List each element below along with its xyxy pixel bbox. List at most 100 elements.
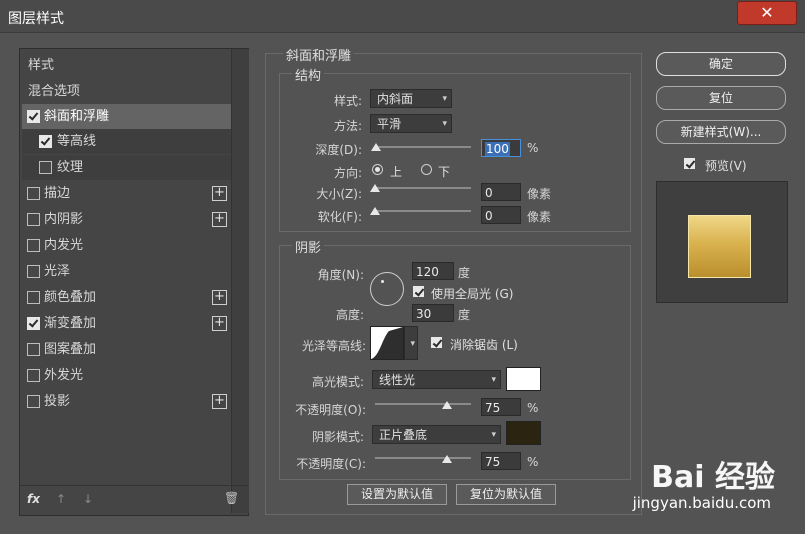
sidebar-item-color-overlay[interactable]: 颜色叠加 + xyxy=(22,285,231,310)
sidebar-item-styles[interactable]: 样式 xyxy=(22,53,231,78)
set-default-button[interactable]: 设置为默认值 xyxy=(347,484,447,505)
altitude-unit: 度 xyxy=(458,308,471,322)
depth-label: 深度(D): xyxy=(315,143,362,157)
checkbox[interactable] xyxy=(39,161,52,174)
depth-slider-track[interactable] xyxy=(375,146,471,148)
highlight-opacity-slider-track[interactable] xyxy=(375,403,471,405)
add-icon[interactable]: + xyxy=(212,394,227,409)
depth-slider-thumb[interactable] xyxy=(370,143,381,151)
sidebar-item-label: 纹理 xyxy=(57,160,84,175)
fx-icon[interactable]: fx xyxy=(27,492,40,506)
sidebar-item-texture[interactable]: 纹理 xyxy=(22,155,231,180)
shadow-opacity-slider-track[interactable] xyxy=(375,457,471,459)
soften-slider-thumb[interactable] xyxy=(370,207,380,215)
structure-title: 结构 xyxy=(292,65,325,84)
antialias-checkbox[interactable] xyxy=(431,337,442,348)
chevron-down-icon: ▾ xyxy=(491,375,496,385)
angle-input[interactable]: 120 xyxy=(412,262,454,280)
sidebar-item-gradient-overlay[interactable]: 渐变叠加 + xyxy=(22,311,231,336)
sidebar-item-contour[interactable]: 等高线 xyxy=(22,129,231,154)
highlight-color-swatch[interactable] xyxy=(506,367,541,391)
scrollbar[interactable] xyxy=(231,49,249,513)
depth-input[interactable]: 100 xyxy=(481,139,521,157)
close-button[interactable]: ✕ xyxy=(737,1,797,25)
sidebar-item-label: 内阴影 xyxy=(44,212,84,227)
soften-slider-track[interactable] xyxy=(375,210,471,212)
altitude-label: 高度: xyxy=(335,308,364,322)
move-up-icon[interactable]: ↑ xyxy=(56,492,66,506)
sidebar-item-label: 混合选项 xyxy=(28,84,81,99)
method-label: 方法: xyxy=(333,119,362,133)
highlight-opacity-slider-thumb[interactable] xyxy=(442,401,452,409)
new-style-button[interactable]: 新建样式(W)... xyxy=(656,120,786,144)
preview-checkbox[interactable] xyxy=(684,158,695,169)
soften-label: 软化(F): xyxy=(317,210,362,224)
style-dropdown[interactable]: 内斜面 ▾ xyxy=(370,89,452,108)
ok-button[interactable]: 确定 xyxy=(656,52,786,76)
sidebar-item-satin[interactable]: 光泽 xyxy=(22,259,231,284)
direction-label: 方向: xyxy=(333,166,362,180)
gloss-contour-dropdown[interactable]: ▾ xyxy=(404,326,418,360)
global-light-checkbox[interactable] xyxy=(413,286,424,297)
trash-icon[interactable]: 🗑 xyxy=(224,491,239,505)
sidebar-item-stroke[interactable]: 描边 + xyxy=(22,181,231,206)
size-input[interactable]: 0 xyxy=(481,183,521,201)
add-icon[interactable]: + xyxy=(212,316,227,331)
direction-down-radio[interactable] xyxy=(421,164,432,175)
shadow-color-swatch[interactable] xyxy=(506,421,541,445)
sidebar-item-pattern-overlay[interactable]: 图案叠加 xyxy=(22,337,231,362)
sidebar-item-blending-options[interactable]: 混合选项 xyxy=(22,79,231,104)
reset-button[interactable]: 复位 xyxy=(656,86,786,110)
add-icon[interactable]: + xyxy=(212,186,227,201)
method-dropdown[interactable]: 平滑 ▾ xyxy=(370,114,452,133)
add-icon[interactable]: + xyxy=(212,290,227,305)
gloss-contour-preview[interactable] xyxy=(370,326,404,360)
sidebar-item-outer-glow[interactable]: 外发光 xyxy=(22,363,231,388)
global-light-label: 使用全局光 (G) xyxy=(431,287,514,301)
sidebar-item-label: 斜面和浮雕 xyxy=(44,109,110,124)
checkbox[interactable] xyxy=(27,317,40,330)
checkbox[interactable] xyxy=(27,369,40,382)
move-down-icon[interactable]: ↓ xyxy=(83,492,93,506)
preview-thumbnail xyxy=(688,215,751,278)
sidebar-item-drop-shadow[interactable]: 投影 + xyxy=(22,389,231,414)
checkbox[interactable] xyxy=(27,110,40,123)
checkbox[interactable] xyxy=(39,135,52,148)
highlight-mode-dropdown[interactable]: 线性光 ▾ xyxy=(372,370,501,389)
shadow-mode-label: 阴影模式: xyxy=(311,430,364,444)
reset-default-button[interactable]: 复位为默认值 xyxy=(456,484,556,505)
shadow-opacity-input[interactable]: 75 xyxy=(481,452,521,470)
sidebar-item-inner-glow[interactable]: 内发光 xyxy=(22,233,231,258)
sidebar-item-label: 颜色叠加 xyxy=(44,290,97,305)
shadow-mode-dropdown[interactable]: 正片叠底 ▾ xyxy=(372,425,501,444)
sidebar-item-bevel-emboss[interactable]: 斜面和浮雕 xyxy=(22,104,231,129)
checkbox[interactable] xyxy=(27,395,40,408)
soften-unit: 像素 xyxy=(527,210,552,224)
shadow-opacity-unit: % xyxy=(527,455,539,469)
checkbox[interactable] xyxy=(27,265,40,278)
checkbox[interactable] xyxy=(27,291,40,304)
altitude-input[interactable]: 30 xyxy=(412,304,454,322)
preview-label: 预览(V) xyxy=(705,159,747,173)
angle-dial[interactable] xyxy=(370,272,404,306)
sidebar-item-label: 图案叠加 xyxy=(44,342,97,357)
soften-input[interactable]: 0 xyxy=(481,206,521,224)
checkbox[interactable] xyxy=(27,213,40,226)
direction-down-label: 下 xyxy=(438,165,451,179)
size-slider-track[interactable] xyxy=(375,187,471,189)
add-icon[interactable]: + xyxy=(212,212,227,227)
angle-unit: 度 xyxy=(458,266,471,280)
shadow-opacity-slider-thumb[interactable] xyxy=(442,455,452,463)
checkbox[interactable] xyxy=(27,187,40,200)
size-slider-thumb[interactable] xyxy=(370,184,380,192)
direction-up-radio[interactable] xyxy=(372,164,383,175)
sidebar-item-inner-shadow[interactable]: 内阴影 + xyxy=(22,207,231,232)
checkbox[interactable] xyxy=(27,239,40,252)
window-title: 图层样式 xyxy=(8,11,64,27)
sidebar-item-label: 渐变叠加 xyxy=(44,316,97,331)
gloss-contour-label: 光泽等高线: xyxy=(301,339,366,353)
baidu-watermark-logo: Bai 经验 xyxy=(651,460,775,495)
style-value: 内斜面 xyxy=(377,92,414,106)
highlight-opacity-input[interactable]: 75 xyxy=(481,398,521,416)
checkbox[interactable] xyxy=(27,343,40,356)
